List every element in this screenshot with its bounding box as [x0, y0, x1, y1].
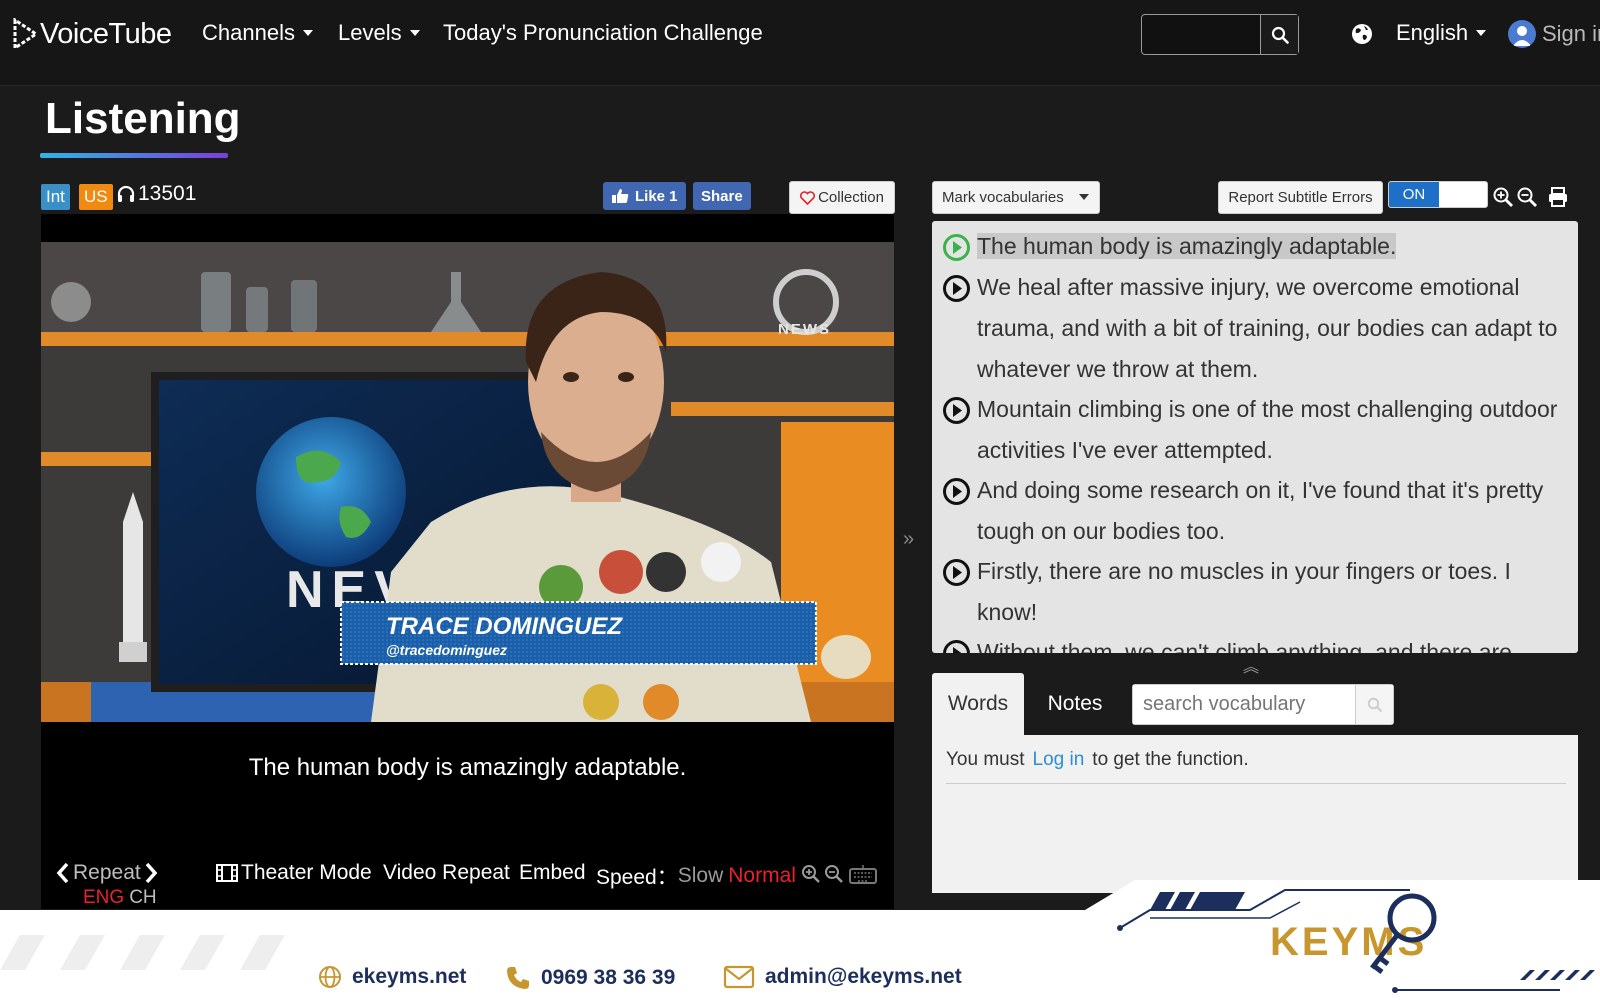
globe-icon[interactable] [1350, 22, 1374, 46]
transcript-line[interactable]: We heal after massive injury, we overcom… [942, 267, 1578, 390]
toggle-on-label: ON [1389, 182, 1439, 207]
play-circle-icon[interactable] [942, 477, 971, 506]
nav-levels-label: Levels [338, 20, 402, 45]
play-circle-icon[interactable] [942, 639, 971, 653]
language-dropdown[interactable]: English [1396, 20, 1487, 46]
video-caption: The human body is amazingly adaptable. [248, 754, 687, 781]
heart-icon [800, 190, 816, 205]
sign-in-label: Sign in [1542, 21, 1600, 46]
facebook-share-button[interactable]: Share [693, 182, 751, 210]
brand-name: VoiceTube [40, 17, 172, 50]
login-msg-suffix: to get the function. [1092, 749, 1249, 770]
phone-contact[interactable]: 0969 38 36 39 [505, 965, 675, 991]
caret-down-icon [1476, 30, 1487, 36]
caret-down-icon [302, 30, 313, 36]
website-text: ekeyms.net [352, 965, 467, 988]
nav-channels-dropdown[interactable]: Channels [202, 20, 313, 46]
news-logo-text: NEWS [778, 321, 831, 338]
globe-icon [319, 966, 341, 988]
report-subtitle-errors-button[interactable]: Report Subtitle Errors [1218, 181, 1383, 214]
top-navbar: VoiceTube Channels Levels Today's Pronun… [0, 0, 1600, 86]
play-circle-icon[interactable] [942, 558, 971, 587]
thumbs-up-icon [612, 189, 629, 203]
user-avatar-icon [1508, 20, 1536, 48]
phone-text: 0969 38 36 39 [541, 966, 676, 989]
transcript-line[interactable]: And doing some research on it, I've foun… [942, 470, 1578, 552]
site-search [1141, 14, 1299, 55]
divider [946, 783, 1566, 784]
voicetube-logo[interactable]: VoiceTube [12, 16, 172, 52]
nav-levels-dropdown[interactable]: Levels [338, 20, 420, 46]
mail-icon [723, 965, 755, 989]
transcript-line-text: We heal after massive injury, we overcom… [977, 274, 1558, 382]
vocabulary-search-button[interactable] [1355, 685, 1393, 724]
transcript-line[interactable]: Firstly, there are no muscles in your fi… [942, 551, 1578, 633]
mark-vocabularies-dropdown[interactable]: Mark vocabularies [932, 181, 1100, 214]
headphones-icon [117, 185, 135, 202]
nav-pronunciation-challenge[interactable]: Today's Pronunciation Challenge [443, 20, 763, 46]
login-link[interactable]: Log in [1033, 749, 1085, 770]
search-icon [1271, 26, 1289, 44]
mark-vocab-label: Mark vocabularies [942, 189, 1064, 206]
transcript-line-text: The human body is amazingly adaptable. [977, 226, 1573, 267]
facebook-like-button[interactable]: Like 1 [603, 182, 686, 210]
subtitle-sync-toggle[interactable]: ON [1388, 181, 1488, 208]
email-text: admin@ekeyms.net [765, 965, 962, 988]
transcript-panel[interactable]: The human body is amazingly adaptable. W… [932, 221, 1578, 653]
login-msg-prefix: You must [946, 749, 1025, 770]
play-circle-icon[interactable] [942, 274, 971, 303]
tab-notes[interactable]: Notes [1032, 673, 1118, 735]
accent-badge: US [79, 184, 113, 210]
transcript-line-text: And doing some research on it, I've foun… [977, 477, 1544, 544]
view-count-value: 13501 [138, 182, 197, 205]
view-count: 13501 [116, 182, 196, 206]
video-frame[interactable]: NEV TRACE DOMINGUEZ @tracedominguez NEWS [41, 242, 894, 722]
transcript-line-text: Without them, we can't climb anything, a… [977, 639, 1512, 653]
zoom-in-icon[interactable] [1492, 186, 1514, 208]
site-search-input[interactable] [1142, 15, 1260, 54]
transcript-line[interactable]: Mountain climbing is one of the most cha… [942, 389, 1578, 471]
caret-down-icon [409, 30, 420, 36]
words-notes-panel: Words Notes You must Log in to get the fun… [932, 673, 1578, 893]
email-contact[interactable]: admin@ekeyms.net [723, 965, 962, 989]
play-circle-icon[interactable] [942, 396, 971, 425]
play-logo-icon [13, 18, 38, 50]
video-player[interactable]: NEV TRACE DOMINGUEZ @tracedominguez NEWS… [41, 214, 894, 909]
level-badge: Int [41, 184, 70, 210]
nav-channels-label: Channels [202, 20, 295, 45]
language-label: English [1396, 20, 1469, 45]
site-search-button[interactable] [1260, 15, 1298, 54]
play-circle-icon[interactable] [942, 233, 971, 262]
collapse-panel-icon[interactable]: » [903, 528, 914, 551]
active-line-highlight: The human body is amazingly adaptable. [977, 233, 1397, 259]
tab-words[interactable]: Words [932, 673, 1024, 735]
sign-in-link[interactable]: Sign in [1508, 20, 1600, 48]
zoom-out-icon[interactable] [1516, 186, 1538, 208]
lower-third-handle: @tracedominguez [386, 642, 507, 658]
words-tab-content: You must Log in to get the function. [932, 735, 1578, 893]
vocabulary-search [1132, 684, 1394, 725]
video-scene-image: NEV TRACE DOMINGUEZ @tracedominguez NEWS [41, 242, 894, 722]
like-label: Like 1 [635, 187, 678, 205]
phone-icon [507, 967, 529, 989]
website-contact[interactable]: ekeyms.net [318, 965, 466, 989]
caret-down-icon [1079, 194, 1089, 200]
lower-third-name: TRACE DOMINGUEZ [386, 613, 623, 640]
print-icon[interactable] [1547, 186, 1569, 208]
keyms-logo-text: KEYMS [1270, 920, 1427, 964]
page-title: Listening [45, 94, 241, 143]
collection-button[interactable]: Collection [789, 181, 895, 214]
transcript-line-text: Firstly, there are no muscles in your fi… [977, 558, 1511, 625]
transcript-line[interactable]: Without them, we can't climb anything, a… [942, 632, 1578, 653]
transcript-line[interactable]: The human body is amazingly adaptable. [942, 226, 1578, 267]
collection-label: Collection [818, 189, 884, 206]
transcript-line-text: Mountain climbing is one of the most cha… [977, 396, 1558, 463]
search-icon [1367, 697, 1382, 712]
vocabulary-search-input[interactable] [1133, 685, 1355, 724]
title-underline [40, 153, 228, 158]
login-required-message: You must Log in to get the function. [946, 749, 1249, 771]
